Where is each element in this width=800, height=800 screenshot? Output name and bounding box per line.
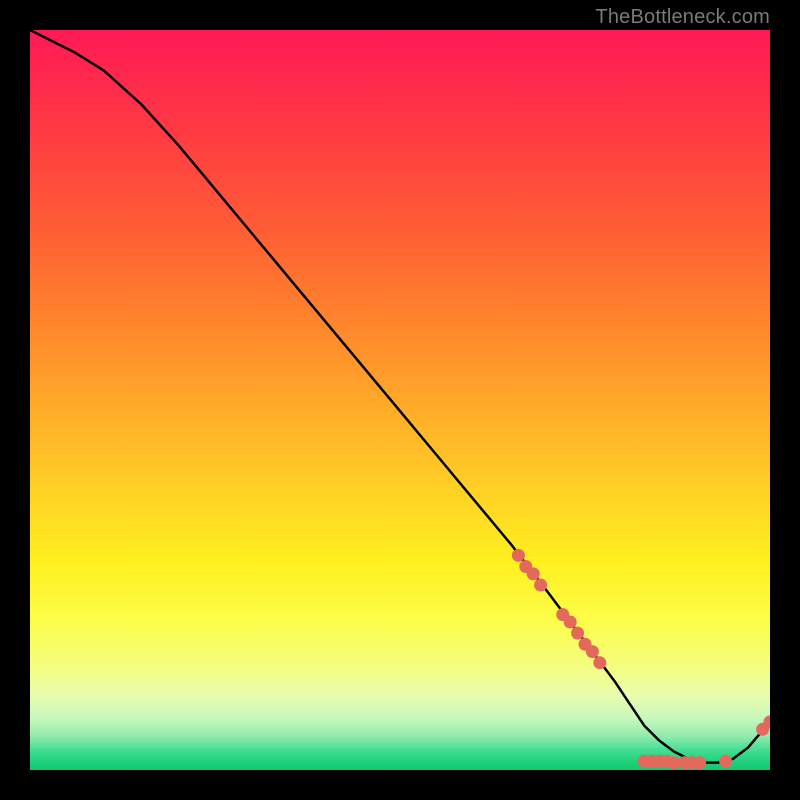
data-marker [667,756,680,769]
chart-svg [30,30,770,770]
data-markers [512,549,770,769]
data-marker [693,756,706,769]
data-marker [719,755,732,768]
curve-line [30,30,770,763]
bottleneck-curve [30,30,770,763]
data-marker [564,616,577,629]
plot-area [30,30,770,770]
watermark-text: TheBottleneck.com [595,6,770,29]
chart-frame: TheBottleneck.com [0,0,800,800]
data-marker [534,579,547,592]
data-marker [512,549,525,562]
data-marker [527,567,540,580]
data-marker [571,627,584,640]
data-marker [593,656,606,669]
data-marker [586,645,599,658]
